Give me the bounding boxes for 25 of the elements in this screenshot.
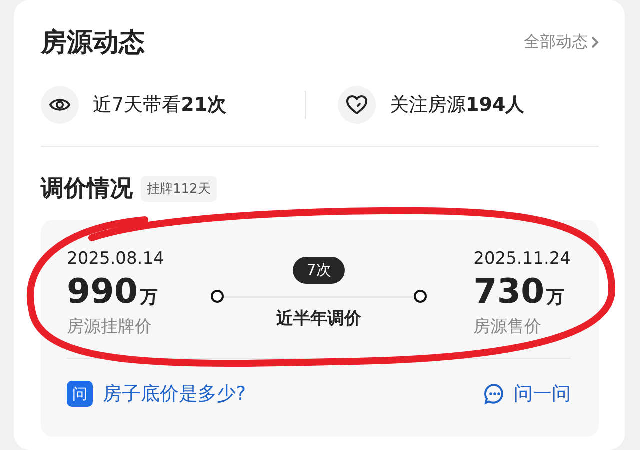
- all-updates-link[interactable]: 全部动态: [524, 32, 599, 52]
- section-title: 房源动态: [41, 26, 145, 60]
- stat-text: 近7天带看21次: [93, 93, 227, 118]
- price-label: 房源挂牌价: [67, 316, 152, 338]
- end-dot-icon: [414, 290, 427, 303]
- section-title: 调价情况: [41, 175, 133, 204]
- price-change-label: 近半年调价: [276, 308, 362, 330]
- heart-icon: [346, 95, 368, 115]
- price-unit: 万: [546, 286, 565, 309]
- listing-days-tag: 挂牌112天: [141, 176, 217, 202]
- price-unit: 万: [140, 286, 158, 309]
- eye-icon: [49, 97, 71, 113]
- question-icon: 问: [67, 381, 93, 407]
- stat-text: 关注房源194人: [390, 93, 525, 118]
- chat-bubble-icon: [484, 383, 506, 405]
- question-link[interactable]: 房子底价是多少?: [103, 381, 246, 407]
- price-value: 730: [474, 271, 545, 313]
- price-label: 房源售价: [474, 316, 542, 338]
- count-tag: 7次: [292, 257, 346, 284]
- chevron-icon: [591, 36, 599, 48]
- end-date: 2025.11.24: [474, 249, 571, 269]
- start-date: 2025.08.14: [67, 249, 164, 269]
- price-value: 990: [67, 271, 138, 313]
- start-dot-icon: [211, 290, 224, 303]
- ask-button[interactable]: 问一问: [484, 381, 571, 407]
